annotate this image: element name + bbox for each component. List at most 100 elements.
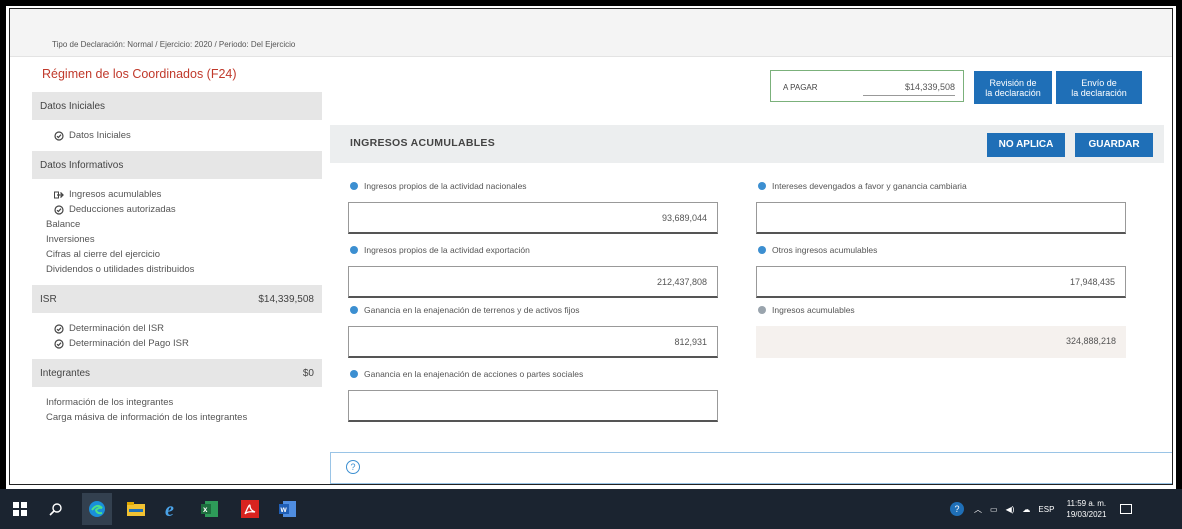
- info-icon: [350, 306, 358, 314]
- edge-icon[interactable]: [82, 493, 112, 525]
- review-declaration-button[interactable]: Revisión de la declaración: [974, 71, 1052, 104]
- clock-time: 11:59 a. m.: [1066, 499, 1107, 508]
- field-label-text: Intereses devengados a favor y ganancia …: [772, 181, 967, 191]
- section-label: Datos Iniciales: [40, 100, 106, 112]
- sidebar-item-label: Ingresos acumulables: [69, 189, 162, 200]
- amount-to-pay-value: $14,339,508: [904, 82, 955, 92]
- field-label-text: Ingresos acumulables: [772, 305, 855, 315]
- field-label-exportacion: Ingresos propios de la actividad exporta…: [350, 245, 530, 255]
- section-label: ISR: [40, 293, 57, 305]
- input-ingresos-exportacion[interactable]: 212,437,808: [348, 266, 718, 298]
- input-ganancia-enajenacion[interactable]: 812,931: [348, 326, 718, 358]
- sidebar-item-balance[interactable]: Balance: [32, 217, 322, 232]
- sidebar: Datos Iniciales Datos Iniciales Datos In…: [32, 92, 322, 467]
- section-label: Datos Informativos: [40, 159, 124, 171]
- search-icon[interactable]: [44, 497, 68, 521]
- arrow-right-icon: [54, 190, 64, 200]
- word-icon[interactable]: w: [276, 497, 300, 521]
- check-circle-icon: [54, 338, 64, 349]
- main-content: A PAGAR $14,339,508 Revisión de la decla…: [322, 57, 1172, 484]
- file-explorer-icon[interactable]: [124, 497, 148, 521]
- sidebar-item-carga-masiva[interactable]: Carga másiva de información de los integ…: [32, 410, 322, 425]
- sidebar-item-label: Inversiones: [46, 234, 95, 245]
- sidebar-item-ingresos-acumulables[interactable]: Ingresos acumulables: [32, 187, 322, 202]
- ingresos-acumulables-total: 324,888,218: [756, 326, 1126, 358]
- info-icon: [758, 246, 766, 254]
- input-ingresos-nacionales[interactable]: 93,689,044: [348, 202, 718, 234]
- clock[interactable]: 11:59 a. m. 19/03/2021: [1066, 498, 1106, 520]
- section-datos-informativos[interactable]: Datos Informativos: [32, 151, 322, 179]
- svg-text:w: w: [280, 505, 288, 514]
- field-label-intereses: Intereses devengados a favor y ganancia …: [758, 181, 967, 191]
- field-label-text: Ingresos propios de la actividad naciona…: [364, 181, 527, 191]
- excel-icon[interactable]: x: [198, 497, 222, 521]
- field-label-enajenacion: Ganancia en la enajenación de terrenos y…: [350, 305, 579, 315]
- sidebar-item-label: Determinación del ISR: [69, 323, 165, 334]
- sidebar-item-label: Determinación del Pago ISR: [69, 338, 189, 349]
- section-header: INGRESOS ACUMULABLES NO APLICA GUARDAR: [330, 125, 1164, 163]
- info-icon: [758, 306, 766, 314]
- section-isr[interactable]: ISR $14,339,508: [32, 285, 322, 313]
- field-label-acciones: Ganancia en la enajenación de acciones o…: [350, 369, 583, 379]
- sidebar-item-label: Datos Iniciales: [69, 130, 131, 141]
- sidebar-item-inversiones[interactable]: Inversiones: [32, 232, 322, 247]
- svg-text:x: x: [203, 505, 208, 514]
- declaration-type: Tipo de Declaración: Normal / Ejercicio:…: [52, 40, 296, 49]
- windows-icon[interactable]: [8, 497, 32, 521]
- amount-to-pay-label: A PAGAR: [783, 83, 818, 92]
- language-indicator[interactable]: ESP: [1038, 505, 1054, 514]
- input-otros-ingresos[interactable]: 17,948,435: [756, 266, 1126, 298]
- sidebar-item-label: Carga másiva de información de los integ…: [46, 412, 248, 423]
- field-label-text: Ganancia en la enajenación de acciones o…: [364, 369, 584, 379]
- sidebar-item-determinacion-isr[interactable]: Determinación del ISR: [32, 321, 322, 336]
- input-ganancia-acciones[interactable]: [348, 390, 718, 422]
- field-label-nacionales: Ingresos propios de la actividad naciona…: [350, 181, 527, 191]
- input-intereses[interactable]: [756, 202, 1126, 234]
- taskbar: e x w ? ︿ ▭ ◀) ☁ ESP 11:59 a. m. 19/03/2…: [0, 489, 1182, 529]
- save-button[interactable]: GUARDAR: [1075, 133, 1153, 157]
- check-circle-icon: [54, 323, 64, 334]
- chevron-up-icon[interactable]: ︿: [974, 504, 982, 515]
- network-icon[interactable]: ▭: [990, 505, 998, 514]
- help-bar: ?: [330, 452, 1172, 484]
- send-button-line1: Envío de: [1081, 77, 1117, 88]
- sidebar-item-deducciones[interactable]: Deducciones autorizadas: [32, 202, 322, 217]
- section-amount: $14,339,508: [258, 293, 314, 305]
- field-label-text: Ganancia en la enajenación de terrenos y…: [364, 305, 580, 315]
- sidebar-item-label: Dividendos o utilidades distribuidos: [46, 264, 195, 275]
- sidebar-item-label: Información de los integrantes: [46, 397, 174, 408]
- help-icon[interactable]: ?: [346, 460, 360, 474]
- info-icon: [350, 246, 358, 254]
- field-label-text: Ingresos propios de la actividad exporta…: [364, 245, 530, 255]
- send-declaration-button[interactable]: Envío de la declaración: [1056, 71, 1142, 104]
- section-datos-iniciales[interactable]: Datos Iniciales: [32, 92, 322, 120]
- field-label-acumulables: Ingresos acumulables: [758, 305, 855, 315]
- section-title: INGRESOS ACUMULABLES: [350, 137, 496, 149]
- check-circle-icon: [54, 204, 64, 215]
- info-icon: [350, 370, 358, 378]
- header-bar: Tipo de Declaración: Normal / Ejercicio:…: [10, 9, 1172, 57]
- notifications-icon[interactable]: [1120, 504, 1133, 514]
- volume-icon[interactable]: ◀): [1006, 505, 1015, 514]
- clock-date: 19/03/2021: [1066, 510, 1107, 519]
- send-button-line2: la declaración: [1071, 87, 1127, 98]
- acrobat-icon[interactable]: [238, 497, 262, 521]
- sidebar-item-datos-iniciales[interactable]: Datos Iniciales: [32, 128, 322, 143]
- sidebar-item-cifras[interactable]: Cifras al cierre del ejercicio: [32, 247, 322, 262]
- check-circle-icon: [54, 130, 64, 141]
- cloud-icon[interactable]: ☁: [1022, 505, 1030, 514]
- sidebar-item-dividendos[interactable]: Dividendos o utilidades distribuidos: [32, 262, 322, 277]
- help-tray-icon[interactable]: ?: [950, 502, 964, 516]
- field-label-otros: Otros ingresos acumulables: [758, 245, 877, 255]
- sidebar-item-label: Deducciones autorizadas: [69, 204, 176, 215]
- sidebar-item-determinacion-pago[interactable]: Determinación del Pago ISR: [32, 336, 322, 351]
- field-label-text: Otros ingresos acumulables: [772, 245, 878, 255]
- section-amount: $0: [302, 367, 314, 379]
- info-icon: [758, 182, 766, 190]
- no-aplica-button[interactable]: NO APLICA: [987, 133, 1065, 157]
- sidebar-item-informacion-integrantes[interactable]: Información de los integrantes: [32, 395, 322, 410]
- section-integrantes[interactable]: Integrantes $0: [32, 359, 322, 387]
- section-label: Integrantes: [40, 367, 91, 379]
- amount-underline: [863, 95, 955, 96]
- ie-icon[interactable]: e: [160, 497, 184, 521]
